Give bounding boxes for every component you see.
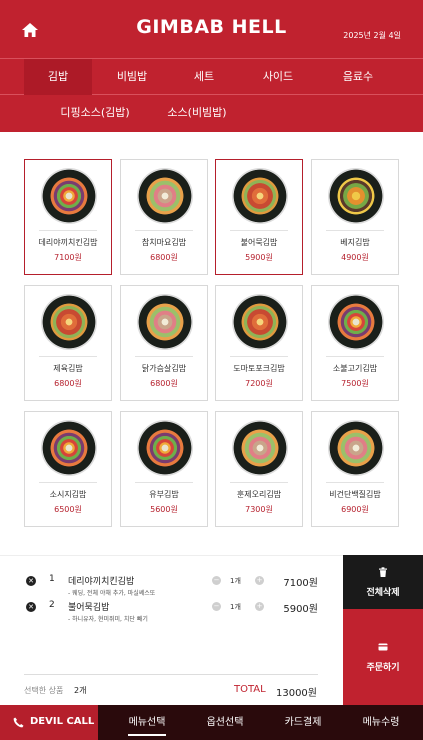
- menu-price: 7500원: [341, 379, 369, 388]
- devil-call-button[interactable]: DEVIL CALL: [0, 705, 98, 740]
- tab-drinks[interactable]: 음료수: [324, 59, 392, 95]
- menu-card[interactable]: 불어묵김밥 5900원: [215, 159, 303, 275]
- tab-dipping-sauce[interactable]: 디핑소스(김밥): [40, 95, 150, 131]
- menu-name: 불어묵김밥: [240, 238, 278, 247]
- menu-card[interactable]: 소시지김밥 6500원: [24, 411, 112, 527]
- order-index: 1: [49, 574, 55, 584]
- selected-items-label: 선택한 상품: [24, 686, 64, 695]
- plus-icon[interactable]: +: [255, 576, 264, 585]
- menu-card[interactable]: 훈제오리김밥 7300원: [215, 411, 303, 527]
- food-image: [41, 420, 97, 476]
- tab-bibimbap-sauce[interactable]: 소스(비빔밥): [145, 95, 249, 131]
- order-item-options: - 웨딩, 전체 야채 추가, 마실쎄스또: [68, 590, 156, 597]
- phone-icon: [13, 717, 24, 728]
- menu-name: 소불고기김밥: [332, 364, 378, 373]
- category-tabs-row2: 디핑소스(김밥) 소스(비빔밥): [0, 95, 423, 132]
- nav-menu-select[interactable]: 메뉴선택: [114, 705, 180, 740]
- tab-gimbap[interactable]: 김밥: [24, 59, 92, 95]
- menu-name: 참치마요김밥: [141, 238, 187, 247]
- food-image: [328, 294, 384, 350]
- trash-icon: [379, 567, 387, 577]
- devil-call-label: DEVIL CALL: [30, 716, 95, 727]
- menu-name: 비건단백질김밥: [329, 490, 381, 499]
- menu-name: 훈제오리김밥: [236, 490, 282, 499]
- remove-item-icon[interactable]: ✕: [26, 602, 36, 612]
- minus-icon[interactable]: −: [212, 602, 221, 611]
- nav-option-select[interactable]: 옵션선택: [192, 705, 258, 740]
- food-image: [137, 420, 193, 476]
- menu-price: 4900원: [341, 253, 369, 262]
- nav-menu-pickup[interactable]: 메뉴수령: [348, 705, 414, 740]
- order-qty: 1개: [230, 577, 241, 585]
- nav-card-payment[interactable]: 카드결제: [270, 705, 336, 740]
- menu-name: 데리야끼치킨김밥: [38, 238, 98, 247]
- clear-all-button[interactable]: 전체삭제: [343, 555, 423, 609]
- menu-card[interactable]: 비건단백질김밥 6900원: [311, 411, 399, 527]
- menu-card[interactable]: 소불고기김밥 7500원: [311, 285, 399, 401]
- food-image: [328, 168, 384, 224]
- tab-bibimbap[interactable]: 비빔밥: [98, 59, 166, 95]
- minus-icon[interactable]: −: [212, 576, 221, 585]
- place-order-label: 주문하기: [366, 663, 400, 673]
- menu-price: 5600원: [150, 505, 178, 514]
- order-item-options: - 하니유자, 현미쥐미, 치단 빼기: [68, 616, 148, 623]
- food-image: [41, 168, 97, 224]
- menu-card[interactable]: 유부김밥 5600원: [120, 411, 208, 527]
- menu-name: 소시지김밥: [49, 490, 87, 499]
- menu-price: 7200원: [245, 379, 273, 388]
- menu-name: 유부김밥: [149, 490, 179, 499]
- menu-card[interactable]: 닭가슴살김밥 6800원: [120, 285, 208, 401]
- total-value: 13000원: [275, 688, 317, 699]
- menu-price: 7100원: [54, 253, 82, 262]
- menu-card[interactable]: 제육김밥 6800원: [24, 285, 112, 401]
- plus-icon[interactable]: +: [255, 602, 264, 611]
- summary-divider: [24, 674, 318, 675]
- food-image: [137, 294, 193, 350]
- app-header: GIMBAB HELL 2025년 2월 4일: [0, 0, 423, 58]
- food-image: [232, 420, 288, 476]
- food-image: [41, 294, 97, 350]
- order-item-price: 7100원: [283, 578, 318, 589]
- menu-name: 닭가슴살김밥: [141, 364, 187, 373]
- place-order-button[interactable]: 주문하기: [343, 609, 423, 705]
- tab-side[interactable]: 사이드: [244, 59, 312, 95]
- food-image: [137, 168, 193, 224]
- menu-name: 베지김밥: [340, 238, 370, 247]
- order-qty: 1개: [230, 603, 241, 611]
- order-index: 2: [49, 600, 55, 610]
- order-item-price: 5900원: [283, 604, 318, 615]
- order-item-name: 불어묵김밥: [68, 603, 110, 613]
- menu-card[interactable]: 데리야끼치킨김밥 7100원: [24, 159, 112, 275]
- menu-card[interactable]: 베지김밥 4900원: [311, 159, 399, 275]
- menu-price: 5900원: [245, 253, 273, 262]
- tab-set[interactable]: 세트: [170, 59, 238, 95]
- menu-price: 6800원: [150, 253, 178, 262]
- card-icon: [378, 643, 388, 651]
- selected-items-count: 2개: [74, 686, 87, 695]
- menu-price: 6900원: [341, 505, 369, 514]
- category-tabs-row1: 김밥 비빔밥 세트 사이드 음료수: [0, 58, 423, 95]
- remove-item-icon[interactable]: ✕: [26, 576, 36, 586]
- clear-all-label: 전체삭제: [366, 588, 400, 598]
- bottom-nav: DEVIL CALL 메뉴선택 옵션선택 카드결제 메뉴수령: [0, 705, 423, 740]
- menu-price: 7300원: [245, 505, 273, 514]
- food-image: [232, 168, 288, 224]
- menu-name: 제육김밥: [53, 364, 83, 373]
- food-image: [232, 294, 288, 350]
- menu-card[interactable]: 도마토포크김밥 7200원: [215, 285, 303, 401]
- food-image: [328, 420, 384, 476]
- menu-name: 도마토포크김밥: [233, 364, 285, 373]
- total-label: TOTAL: [234, 684, 266, 695]
- menu-card[interactable]: 참치마요김밥 6800원: [120, 159, 208, 275]
- menu-price: 6800원: [54, 379, 82, 388]
- menu-price: 6800원: [150, 379, 178, 388]
- menu-price: 6500원: [54, 505, 82, 514]
- order-item-name: 데리야끼치킨김밥: [68, 577, 135, 587]
- header-date: 2025년 2월 4일: [343, 31, 401, 40]
